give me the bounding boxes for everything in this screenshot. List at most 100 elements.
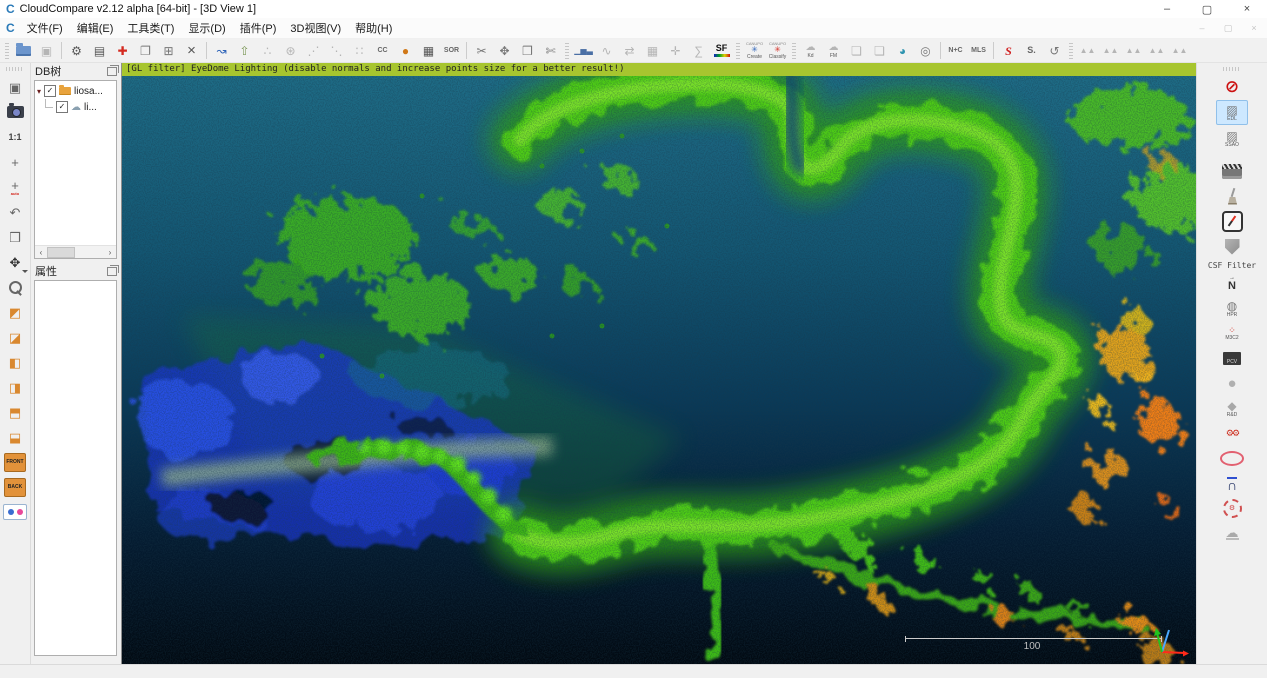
plugin-peaks-1-button[interactable]: ▲▲: [1076, 40, 1099, 61]
view-right-button[interactable]: ⬓: [2, 425, 28, 449]
normals-curvature-button[interactable]: N+C: [944, 40, 967, 61]
pick-rotation-center-button[interactable]: +: [2, 150, 28, 174]
export-bin-button[interactable]: ❏: [845, 40, 868, 61]
trace-polyline-button[interactable]: ↝: [210, 40, 233, 61]
mdi-restore-button[interactable]: ▢: [1215, 23, 1241, 34]
octree-button[interactable]: ⊛: [279, 40, 302, 61]
sf-calculator-button[interactable]: ∑: [687, 40, 710, 61]
plugin-peaks-5-button[interactable]: ▲▲: [1168, 40, 1191, 61]
histogram-button[interactable]: ▁▅▃: [572, 40, 595, 61]
virtual-broom-plugin-button[interactable]: ☁: [1217, 522, 1247, 545]
m3c2-plugin-button[interactable]: ⁘M3C2: [1217, 322, 1247, 345]
tree-item-label[interactable]: li...: [84, 102, 97, 113]
kd-tree-button[interactable]: ☁Kd: [799, 40, 822, 61]
visibility-checkbox[interactable]: ✓: [56, 101, 68, 113]
menu-edit[interactable]: 编辑(E): [70, 20, 121, 36]
pan-mode-button[interactable]: ✥: [2, 250, 28, 274]
zoom-1-1-button[interactable]: 1:1: [2, 125, 28, 149]
sf-histogram-button[interactable]: ▦: [641, 40, 664, 61]
sor-filter-button[interactable]: SOR: [440, 40, 463, 61]
crop-button[interactable]: ✄: [539, 40, 562, 61]
hough-normals-plugin-button[interactable]: →N: [1217, 272, 1247, 295]
view-left-button[interactable]: ⬒: [2, 400, 28, 424]
segment-scissors-button[interactable]: ✂: [470, 40, 493, 61]
point-list-picking-button[interactable]: ✚: [111, 40, 134, 61]
edl-filter-button[interactable]: ▨EDL: [1216, 100, 1248, 125]
visibility-checkbox[interactable]: ✓: [44, 85, 56, 97]
view-bottom-button[interactable]: ◪: [2, 325, 28, 349]
spline-button[interactable]: S: [997, 40, 1020, 61]
wire-globe-button[interactable]: ◎: [914, 40, 937, 61]
screenshot-button[interactable]: [2, 100, 28, 124]
menu-display[interactable]: 显示(D): [181, 20, 232, 36]
broom-plugin-button[interactable]: [1217, 185, 1247, 208]
compute-normals-button[interactable]: ⇧: [233, 40, 256, 61]
clone-button[interactable]: ❐: [134, 40, 157, 61]
3d-view[interactable]: [GL filter] EyeDome Lighting (disable no…: [121, 63, 1196, 664]
ssao-filter-button[interactable]: ▨SSAO: [1217, 127, 1247, 150]
float-panel-button[interactable]: [107, 67, 117, 76]
mls-smoothing-button[interactable]: MLS: [967, 40, 990, 61]
delete-button[interactable]: ×: [180, 40, 203, 61]
rasterize-button[interactable]: ▦: [417, 40, 440, 61]
toggle-perspective-button[interactable]: ❒: [2, 225, 28, 249]
stereo-mode-button[interactable]: [2, 500, 28, 524]
open-file-button[interactable]: [12, 40, 35, 61]
plugin-peaks-4-button[interactable]: ▲▲: [1145, 40, 1168, 61]
render-settings-button[interactable]: ▣: [2, 75, 28, 99]
cloud-cloud-distance-button[interactable]: ●: [394, 40, 417, 61]
toolbar-drag-handle[interactable]: [5, 42, 9, 59]
menu-tools[interactable]: 工具类(T): [120, 20, 181, 36]
plugin-peaks-2-button[interactable]: ▲▲: [1099, 40, 1122, 61]
view-back-button[interactable]: ◨: [2, 375, 28, 399]
mdi-window-controls[interactable]: – ▢ ×: [1189, 23, 1267, 34]
spline-fit-button[interactable]: S.: [1020, 40, 1043, 61]
toolbar-drag-handle[interactable]: [1223, 67, 1241, 71]
poisson-plugin-button[interactable]: ●: [1217, 372, 1247, 395]
cross-section-b-button[interactable]: ⋱: [325, 40, 348, 61]
animation-plugin-button[interactable]: [1217, 160, 1247, 183]
unroll-button[interactable]: ↺: [1043, 40, 1066, 61]
csf-plugin-button[interactable]: [1217, 235, 1247, 258]
canupo-create-button[interactable]: CANUPO✳Create: [743, 40, 766, 61]
view-iso-back-button[interactable]: BACK: [2, 475, 28, 499]
translate-rotate-button[interactable]: ✥: [493, 40, 516, 61]
menu-plugins[interactable]: 插件(P): [233, 20, 284, 36]
tree-item-cloud[interactable]: ✓ ☁ li...: [35, 99, 116, 115]
merge-button[interactable]: ⊞: [157, 40, 180, 61]
ransac-plugin-button[interactable]: ◆R&D: [1217, 397, 1247, 420]
properties-list-button[interactable]: ▤: [88, 40, 111, 61]
maximize-button[interactable]: ▢: [1187, 3, 1227, 16]
sf-rainbow-button[interactable]: SF: [710, 40, 733, 61]
sra-plugin-button[interactable]: ⚙⚙: [1217, 422, 1247, 445]
zoom-mode-button[interactable]: [2, 275, 28, 299]
menu-3dview[interactable]: 3D视图(V): [283, 20, 348, 36]
treeiso-plugin-button[interactable]: ∩: [1217, 472, 1247, 495]
clipping-box-button[interactable]: ❒: [516, 40, 539, 61]
pie-sphere-button[interactable]: ◕: [891, 40, 914, 61]
curve-fit-button[interactable]: ∿: [595, 40, 618, 61]
remove-gl-filter-button[interactable]: ⊘: [1217, 75, 1247, 98]
view-iso-front-button[interactable]: FRONT: [2, 450, 28, 474]
point-cloud-render[interactable]: [122, 76, 1196, 664]
auto-pick-center-button[interactable]: +auto: [2, 175, 28, 199]
fm-plugin-button[interactable]: ☁FM: [822, 40, 845, 61]
save-file-button[interactable]: ▣: [35, 40, 58, 61]
scrollbar-thumb[interactable]: [47, 247, 75, 258]
tree-item-label[interactable]: liosa...: [74, 86, 103, 97]
scroll-right-arrow[interactable]: ›: [104, 248, 116, 257]
align-point-pairs-button[interactable]: ∷: [348, 40, 371, 61]
plugin-peaks-3-button[interactable]: ▲▲: [1122, 40, 1145, 61]
sf-minmax-button[interactable]: ⇄: [618, 40, 641, 61]
view-front-button[interactable]: ◧: [2, 350, 28, 374]
dotted-gear-plugin-button[interactable]: ⚙: [1217, 497, 1247, 520]
menu-help[interactable]: 帮助(H): [348, 20, 399, 36]
close-button[interactable]: ×: [1227, 3, 1267, 15]
expand-arrow-icon[interactable]: ▾: [37, 87, 41, 96]
rotate-view-button[interactable]: ↶: [2, 200, 28, 224]
mdi-minimize-button[interactable]: –: [1189, 23, 1215, 34]
float-panel-button[interactable]: [107, 267, 117, 276]
scrollbar-track[interactable]: [47, 246, 104, 258]
hpr-plugin-button[interactable]: ◍HPR: [1217, 297, 1247, 320]
ellipse-plugin-button[interactable]: [1217, 447, 1247, 470]
